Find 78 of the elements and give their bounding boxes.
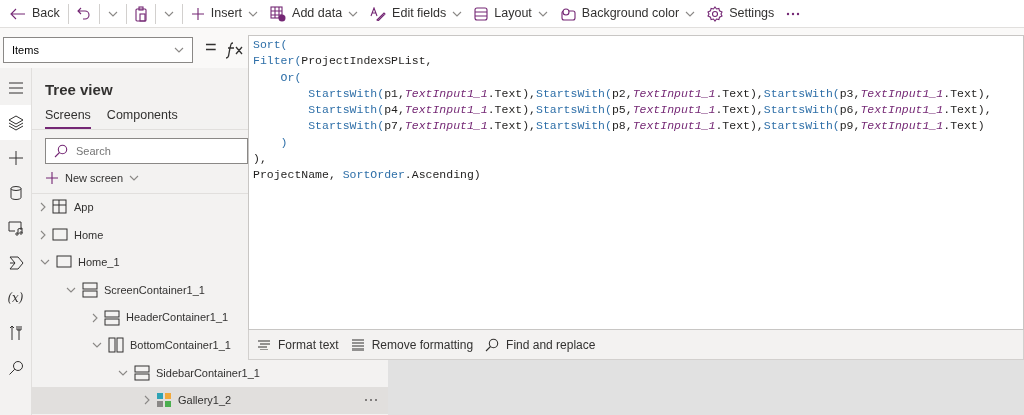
code-line: ), bbox=[253, 151, 268, 168]
chevron-icon bbox=[92, 342, 102, 349]
pen-icon bbox=[370, 6, 387, 21]
variables-button[interactable]: (x) bbox=[0, 280, 31, 315]
more-icon bbox=[364, 398, 378, 403]
tree-item[interactable]: HeaderContainer1_1 bbox=[32, 303, 248, 332]
background-button[interactable]: Background color bbox=[553, 2, 702, 25]
code-line: ProjectName, SortOrder.Ascending) bbox=[253, 167, 482, 184]
flow-icon bbox=[7, 254, 24, 271]
paint-icon bbox=[559, 6, 576, 21]
menu-icon bbox=[7, 79, 24, 96]
tree-item[interactable]: Home bbox=[32, 221, 248, 249]
database-icon bbox=[7, 184, 24, 201]
lines-icon bbox=[350, 338, 365, 351]
chevron-icon bbox=[129, 175, 140, 182]
format-text-button[interactable]: Format text bbox=[253, 333, 343, 356]
remove-formatting-button[interactable]: Remove formatting bbox=[346, 333, 478, 356]
chevron-icon bbox=[40, 202, 46, 213]
chevron-icon bbox=[40, 229, 46, 240]
tree-item[interactable]: Gallery1_2 bbox=[32, 386, 388, 415]
chevron-icon bbox=[144, 395, 150, 406]
search-icon bbox=[485, 337, 500, 352]
chevron-icon bbox=[174, 47, 184, 53]
code-line: StartsWith(p1,TextInput1_1.Text),StartsWith(p2,TextInput1_1.Text),StartsWith(p3,TextInput1_1.Text), bbox=[307, 85, 993, 102]
new-screen-button[interactable]: New screen bbox=[32, 164, 248, 193]
add-data-button[interactable]: Add data bbox=[264, 2, 365, 25]
tree-item[interactable]: ScreenContainer1_1 bbox=[32, 276, 248, 304]
chevron-icon bbox=[40, 259, 50, 266]
chevron-icon bbox=[92, 312, 98, 323]
chevron-icon bbox=[66, 287, 76, 294]
layout-button[interactable]: Layout bbox=[468, 2, 554, 25]
edit-fields-button[interactable]: Edit fields bbox=[364, 2, 469, 25]
layout-icon bbox=[474, 6, 489, 21]
code-line: Or( bbox=[279, 69, 303, 86]
back-arrow-icon bbox=[10, 7, 26, 20]
code-line: Sort( bbox=[253, 37, 289, 53]
settings-button[interactable]: Settings bbox=[701, 2, 781, 25]
gallery-icon bbox=[156, 392, 172, 409]
sidebar-button[interactable] bbox=[0, 105, 31, 140]
equals-sign: = bbox=[205, 37, 217, 57]
tree-item[interactable]: Home_1 bbox=[32, 248, 248, 277]
app-icon bbox=[52, 199, 68, 216]
search-field[interactable]: Search bbox=[45, 138, 248, 164]
plus-icon bbox=[7, 149, 24, 166]
undo-icon bbox=[76, 6, 91, 21]
chevron-icon bbox=[118, 369, 128, 376]
plus-icon bbox=[45, 171, 59, 186]
clipboard-icon bbox=[134, 5, 147, 22]
container-icon bbox=[134, 364, 150, 381]
screen-icon bbox=[56, 254, 72, 271]
tools-icon bbox=[7, 324, 24, 341]
tab[interactable]: Screens bbox=[45, 106, 91, 129]
layers-icon bbox=[7, 114, 24, 131]
more-icon bbox=[786, 11, 801, 16]
tab[interactable]: Components bbox=[106, 106, 178, 129]
media-icon bbox=[7, 219, 24, 236]
insert-button[interactable]: Insert bbox=[184, 2, 265, 25]
container-icon bbox=[104, 309, 120, 326]
search-icon bbox=[7, 359, 24, 376]
tree-item[interactable]: BottomContainer1_1 bbox=[32, 331, 248, 360]
code-line: Filter(ProjectIndexSPList, bbox=[253, 53, 434, 70]
formula-editor[interactable] bbox=[248, 35, 1024, 330]
tree-item[interactable]: SidebarContainer1_1 bbox=[32, 359, 388, 387]
property-dropdown[interactable]: Items bbox=[3, 37, 193, 63]
code-line: StartsWith(p4,TextInput1_1.Text),StartsWith(p5,TextInput1_1.Text),StartsWith(p6,TextInput1_1.Text), bbox=[307, 102, 993, 119]
panel-title: Tree view bbox=[44, 80, 114, 100]
container-icon bbox=[108, 337, 124, 354]
plus-icon bbox=[190, 6, 205, 21]
back-button[interactable]: Back bbox=[4, 2, 66, 25]
settings-icon bbox=[707, 5, 724, 22]
tree-item[interactable]: App bbox=[32, 193, 248, 222]
table-icon bbox=[270, 5, 287, 22]
format-text-icon bbox=[257, 339, 271, 350]
code-line: StartsWith(p7,TextInput1_1.Text),StartsWith(p8,TextInput1_1.Text),StartsWith(p9,TextInput1_1.Text) bbox=[307, 118, 986, 135]
code-line: ) bbox=[279, 134, 289, 151]
screen-icon bbox=[52, 226, 68, 243]
container-icon bbox=[82, 282, 98, 299]
find-replace-button[interactable]: Find and replace bbox=[481, 333, 600, 356]
